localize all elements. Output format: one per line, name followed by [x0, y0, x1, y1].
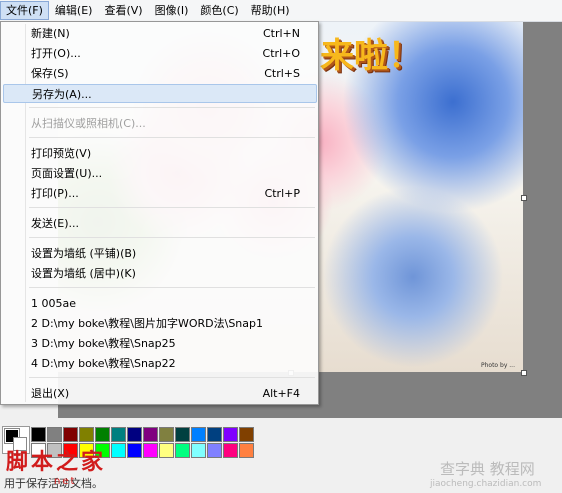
color-swatch[interactable] — [159, 443, 174, 458]
menu-item-label: 1 005ae — [31, 297, 76, 310]
menu-item-label: 2 D:\my boke\教程\图片加字WORD法\Snap1 — [31, 317, 263, 330]
menu-item-label: 另存为(A)... — [32, 88, 92, 101]
menu-item-label: 设置为墙纸 (居中)(K) — [31, 267, 136, 280]
color-swatch[interactable] — [47, 427, 62, 442]
color-swatch[interactable] — [143, 427, 158, 442]
menu-separator — [29, 137, 315, 138]
menu-item-label: 4 D:\my boke\教程\Snap22 — [31, 357, 176, 370]
color-swatch[interactable] — [143, 443, 158, 458]
menu-separator — [29, 207, 315, 208]
menu-item-shortcut: Ctrl+S — [264, 67, 300, 80]
menu-bar: 文件(F) 编辑(E) 查看(V) 图像(I) 颜色(C) 帮助(H) — [0, 0, 562, 22]
watermark-chazidian-sub: jiaocheng.chazidian.com — [430, 479, 542, 489]
color-swatch[interactable] — [207, 443, 222, 458]
menu-item-print[interactable]: 打印(P)... Ctrl+P — [3, 184, 317, 203]
menu-item-print-preview[interactable]: 打印预览(V) — [3, 144, 317, 163]
color-swatch[interactable] — [79, 427, 94, 442]
menu-item-label: 设置为墙纸 (平铺)(B) — [31, 247, 137, 260]
menu-item-page-setup[interactable]: 页面设置(U)... — [3, 164, 317, 183]
menu-item-shortcut: Ctrl+N — [262, 27, 300, 40]
menu-item-label: 打印预览(V) — [31, 147, 92, 160]
menu-separator — [29, 107, 315, 108]
menu-item-label: 发送(E)... — [31, 217, 80, 230]
color-swatch[interactable] — [127, 427, 142, 442]
menu-item-label: 页面设置(U)... — [31, 167, 103, 180]
menu-item-label: 打开(O)... — [31, 47, 81, 60]
color-swatch[interactable] — [63, 427, 78, 442]
menu-item-shortcut: Alt+F4 — [262, 387, 300, 400]
menu-file[interactable]: 文件(F) — [0, 1, 49, 20]
menu-item-wallpaper-center[interactable]: 设置为墙纸 (居中)(K) — [3, 264, 317, 283]
menu-separator — [29, 237, 315, 238]
watermark-jb51: 脚本之家 — [6, 450, 107, 475]
menu-item-from-scanner: 从扫描仪或照相机(C)... — [3, 114, 317, 133]
file-menu-dropdown: 新建(N) Ctrl+N 打开(O)... Ctrl+O 保存(S) Ctrl+… — [0, 21, 319, 405]
menu-item-new[interactable]: 新建(N) Ctrl+N — [3, 24, 317, 43]
watermark-jb51-sub: net — [54, 476, 77, 487]
color-swatch[interactable] — [239, 443, 254, 458]
menu-item-label: 保存(S) — [31, 67, 69, 80]
menu-view[interactable]: 查看(V) — [98, 1, 148, 20]
menu-separator — [29, 287, 315, 288]
color-swatch[interactable] — [111, 443, 126, 458]
menu-item-label: 新建(N) — [31, 27, 70, 40]
picture-title-text: 来啦！ — [320, 36, 422, 76]
color-swatch[interactable] — [191, 427, 206, 442]
menu-item-shortcut: Ctrl+P — [264, 187, 300, 200]
picture-credit: Photo by ... — [480, 362, 515, 369]
color-swatch[interactable] — [207, 427, 222, 442]
color-swatch[interactable] — [159, 427, 174, 442]
menu-item-label: 从扫描仪或照相机(C)... — [31, 117, 146, 130]
color-swatch[interactable] — [239, 427, 254, 442]
menu-item-label: 3 D:\my boke\教程\Snap25 — [31, 337, 176, 350]
menu-image[interactable]: 图像(I) — [149, 1, 195, 20]
menu-edit[interactable]: 编辑(E) — [49, 1, 99, 20]
menu-item-exit[interactable]: 退出(X) Alt+F4 — [3, 384, 317, 403]
color-swatch[interactable] — [175, 427, 190, 442]
menu-item-recent-1[interactable]: 1 005ae — [3, 294, 317, 313]
menu-item-recent-4[interactable]: 4 D:\my boke\教程\Snap22 — [3, 354, 317, 373]
menu-item-send[interactable]: 发送(E)... — [3, 214, 317, 233]
color-swatch[interactable] — [223, 443, 238, 458]
color-swatch[interactable] — [223, 427, 238, 442]
color-swatch[interactable] — [175, 443, 190, 458]
menu-item-save-as[interactable]: 另存为(A)... — [3, 84, 317, 103]
menu-item-recent-2[interactable]: 2 D:\my boke\教程\图片加字WORD法\Snap1 — [3, 314, 317, 333]
menu-item-wallpaper-tile[interactable]: 设置为墙纸 (平铺)(B) — [3, 244, 317, 263]
menu-colors[interactable]: 颜色(C) — [194, 1, 244, 20]
color-swatch[interactable] — [95, 427, 110, 442]
menu-help[interactable]: 帮助(H) — [245, 1, 296, 20]
menu-item-label: 退出(X) — [31, 387, 70, 400]
menu-item-save[interactable]: 保存(S) Ctrl+S — [3, 64, 317, 83]
menu-item-open[interactable]: 打开(O)... Ctrl+O — [3, 44, 317, 63]
menu-item-label: 打印(P)... — [31, 187, 79, 200]
watermark-chazidian: 查字典 教程网 — [440, 460, 535, 478]
color-swatch[interactable] — [111, 427, 126, 442]
menu-item-shortcut: Ctrl+O — [262, 47, 300, 60]
color-swatch[interactable] — [31, 427, 46, 442]
resize-handle-corner[interactable] — [521, 370, 527, 376]
color-swatch[interactable] — [191, 443, 206, 458]
menu-item-recent-3[interactable]: 3 D:\my boke\教程\Snap25 — [3, 334, 317, 353]
resize-handle-right[interactable] — [521, 195, 527, 201]
color-swatch[interactable] — [127, 443, 142, 458]
menu-separator — [29, 377, 315, 378]
